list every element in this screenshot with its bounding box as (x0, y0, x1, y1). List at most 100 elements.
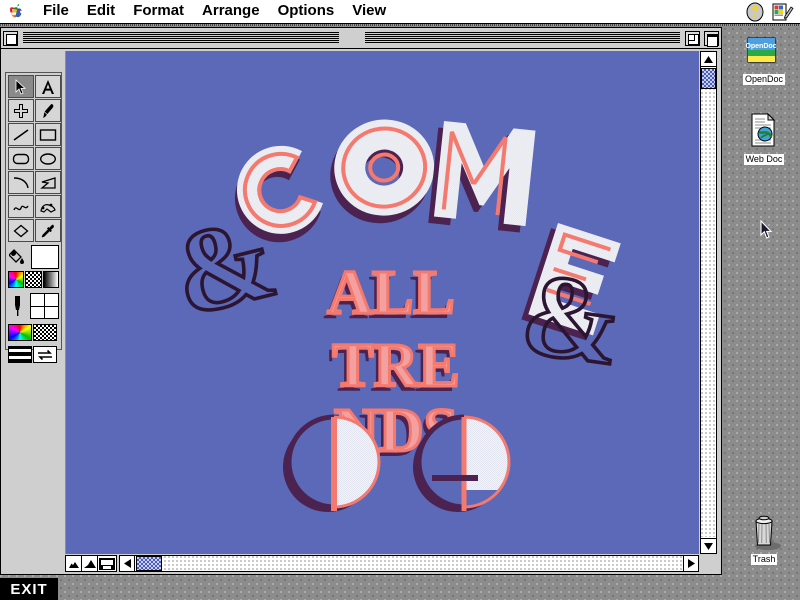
text-a-icon (42, 79, 54, 94)
ampersand-right-ornament: & (513, 245, 632, 392)
brush-tool[interactable] (35, 99, 61, 122)
menu-item-arrange[interactable]: Arrange (193, 0, 269, 23)
title-bar-stripes-left (23, 31, 339, 45)
diamond-icon (13, 224, 29, 237)
arrow-cursor-icon (15, 78, 27, 95)
pen-style-cell[interactable] (30, 306, 44, 318)
scroll-up-button[interactable] (701, 52, 716, 67)
rectangle-tool[interactable] (35, 123, 61, 146)
pen-swatch-row-bottom (8, 346, 59, 363)
arc-tool[interactable] (8, 171, 34, 194)
vertical-scrollbar-thumb[interactable] (701, 68, 716, 89)
rounded-rectangle-tool[interactable] (8, 147, 34, 170)
menu-item-options[interactable]: Options (269, 0, 344, 23)
collapse-box[interactable] (704, 30, 719, 47)
pen-style-cell[interactable] (30, 294, 44, 306)
palette-backdrop (5, 353, 62, 553)
document-window: ALL ALL TRE TRE NDS NDS & & (0, 27, 722, 575)
scroll-right-button[interactable] (683, 556, 698, 571)
line-icon (13, 128, 29, 141)
horizontal-scrollbar-thumb[interactable] (136, 556, 162, 571)
vertical-scrollbar[interactable] (700, 51, 717, 554)
svg-text:&: & (514, 247, 630, 390)
arrow-cursor (760, 220, 773, 239)
diamond-tool[interactable] (8, 219, 34, 242)
paintbrush-icon (43, 103, 54, 118)
pen-tool-icon[interactable] (8, 293, 28, 319)
svg-text:ALL: ALL (327, 259, 454, 327)
exit-button[interactable]: EXIT (0, 578, 58, 600)
horizontal-scrollbar[interactable] (119, 555, 699, 572)
freehand-tool[interactable] (8, 195, 34, 218)
help-icon[interactable] (744, 2, 766, 22)
polygon-tool[interactable] (35, 171, 61, 194)
large-mountain-icon (83, 559, 96, 568)
opendoc-glyph-icon: OpenDoc (745, 37, 777, 64)
pen-nib-glyph-icon (14, 296, 20, 316)
trash-icon-label: Trash (750, 554, 778, 565)
application-switcher-icon[interactable] (772, 2, 794, 22)
scroll-left-button[interactable] (120, 556, 135, 571)
line-tool[interactable] (8, 123, 34, 146)
trash-can-glyph-icon (755, 515, 781, 550)
polygon-icon (40, 176, 56, 189)
pen-style-cell[interactable] (44, 306, 58, 318)
fill-pattern-swatch[interactable] (25, 271, 42, 288)
desktop-bottom-strip (0, 575, 800, 600)
page-view-button[interactable] (98, 556, 116, 571)
four-way-move-icon (14, 103, 28, 118)
arc-icon (13, 176, 29, 188)
triangle-up-icon (704, 55, 713, 63)
opendoc-icon[interactable]: OpenDoc OpenDoc (732, 32, 796, 85)
opendoc-icon-label: OpenDoc (742, 74, 786, 85)
triangle-right-icon (687, 559, 695, 568)
trash-icon[interactable]: Trash (732, 512, 796, 565)
eyedropper-tool[interactable] (35, 219, 61, 242)
pen-style-cell[interactable] (44, 294, 58, 306)
menu-bar-shadow (0, 24, 800, 26)
menu-item-format[interactable]: Format (124, 0, 193, 23)
fill-swatch-row (8, 271, 59, 288)
apple-menu-button[interactable] (0, 1, 34, 23)
circle-glyph-left (283, 414, 381, 512)
oval-icon (39, 152, 57, 165)
view-controls (65, 555, 117, 572)
freehand-squiggle-icon (13, 205, 29, 210)
horizontal-scrollbar-track[interactable] (136, 556, 682, 571)
vertical-scrollbar-track[interactable] (701, 68, 716, 537)
window-title-bar[interactable] (1, 28, 721, 49)
menu-item-view[interactable]: View (343, 0, 395, 23)
word-ALL: ALL ALL (323, 258, 456, 333)
text-tool[interactable] (35, 75, 61, 98)
pen-color-wheel-swatch[interactable] (8, 324, 32, 341)
menu-item-edit[interactable]: Edit (78, 0, 124, 23)
paint-bucket-icon[interactable] (8, 245, 29, 269)
fill-gradient-swatch[interactable] (42, 271, 59, 288)
page-layout-icon (99, 557, 115, 570)
pen-style-grid[interactable] (29, 293, 59, 319)
bezier-tool[interactable] (35, 195, 61, 218)
pen-pattern-swatch[interactable] (33, 324, 57, 341)
menu-item-file[interactable]: File (34, 0, 78, 23)
fill-color-swatch[interactable] (30, 245, 59, 269)
pen-line-width-swatch[interactable] (8, 346, 32, 363)
web-document-glyph-icon (751, 112, 776, 148)
zoom-out-button[interactable] (66, 556, 82, 571)
close-box[interactable] (3, 30, 18, 46)
pen-swatch-row-top (8, 324, 59, 341)
arrow-select-tool[interactable] (8, 75, 34, 98)
menu-bar: File Edit Format Arrange Options View (0, 0, 800, 24)
zoom-box[interactable] (685, 30, 700, 46)
web-document-icon[interactable]: Web Doc (732, 112, 796, 165)
svg-text:TRE: TRE (332, 332, 459, 400)
move-tool[interactable] (8, 99, 34, 122)
zoom-in-button[interactable] (82, 556, 98, 571)
drawing-canvas[interactable]: ALL ALL TRE TRE NDS NDS & & (66, 51, 699, 554)
triangle-left-icon (123, 559, 131, 568)
scroll-down-button[interactable] (701, 538, 716, 553)
fill-color-wheel-swatch[interactable] (8, 271, 25, 288)
oval-tool[interactable] (35, 147, 61, 170)
drawing-canvas-viewport[interactable]: ALL ALL TRE TRE NDS NDS & & (65, 51, 699, 554)
letter-M (428, 121, 536, 233)
pen-arrow-style-swatch[interactable] (33, 346, 57, 363)
